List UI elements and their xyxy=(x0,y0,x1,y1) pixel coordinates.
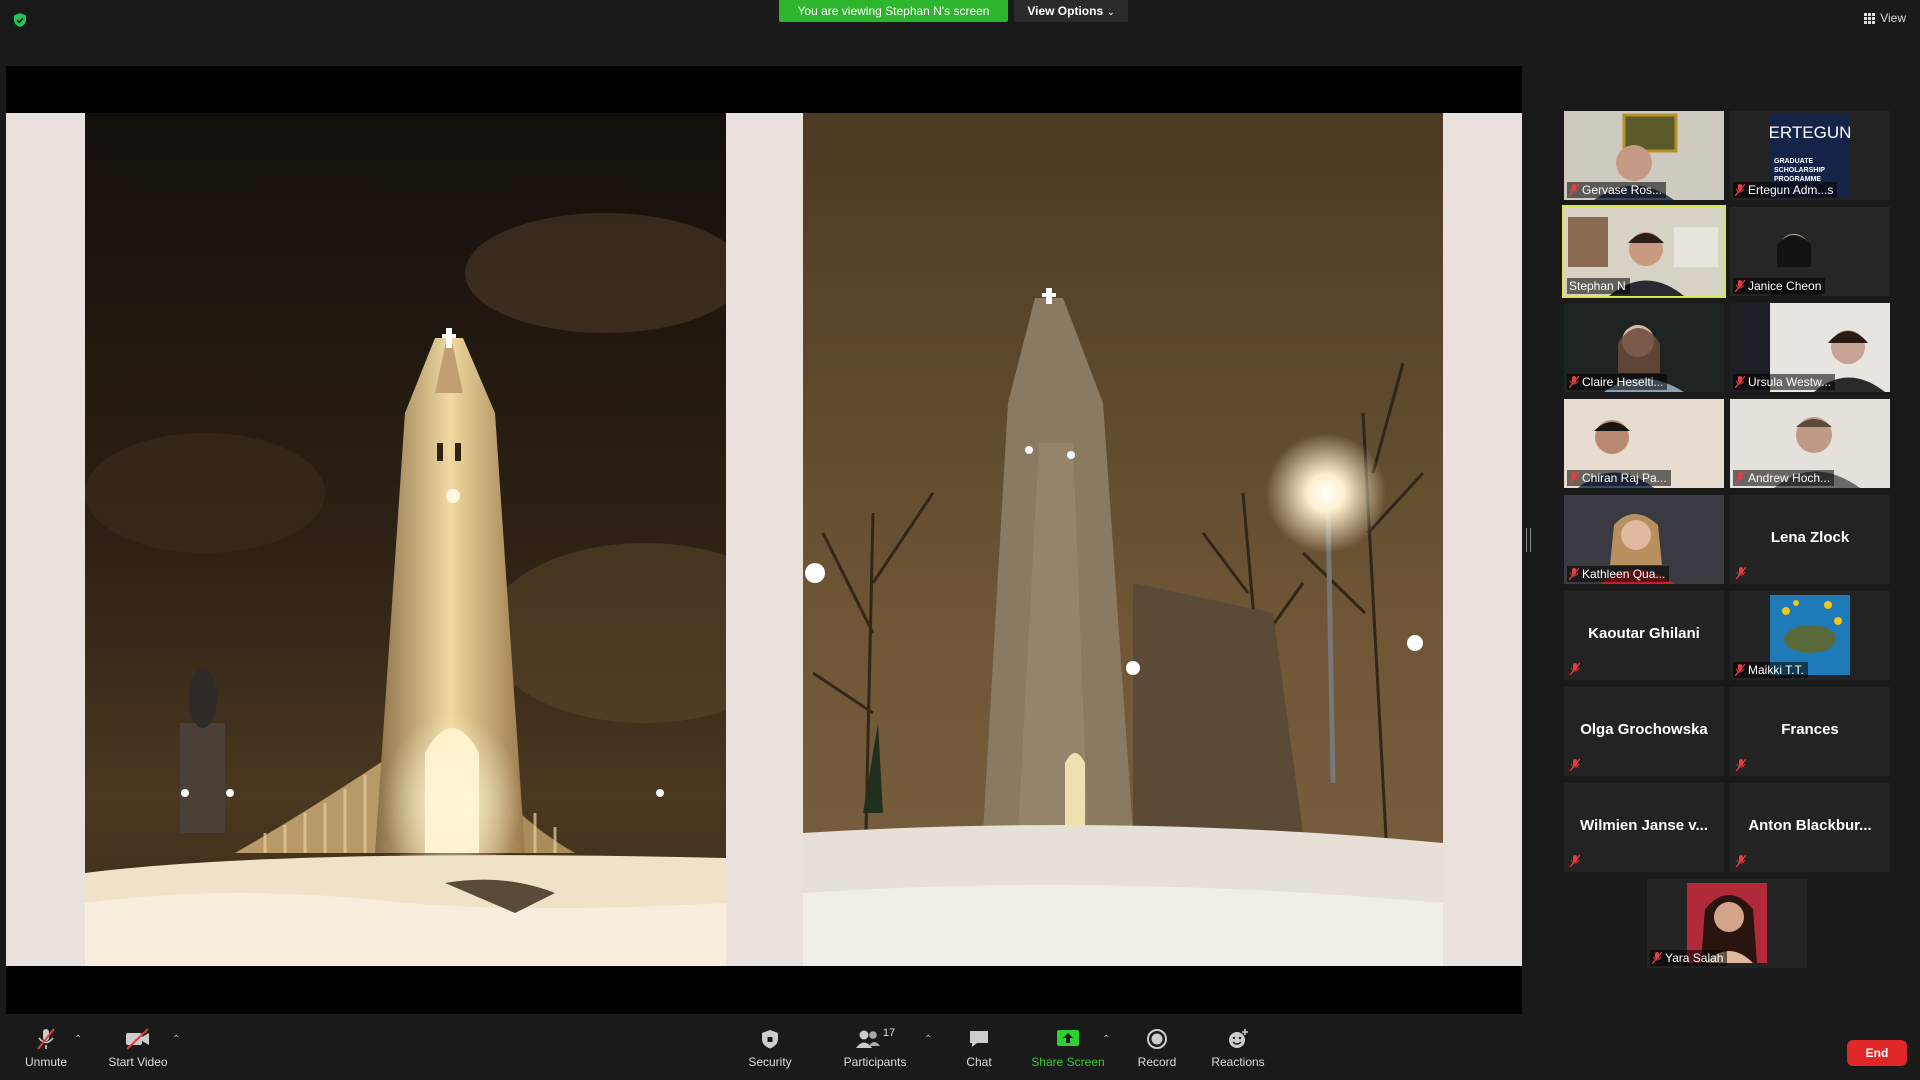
participant-display-name: Anton Blackbur... xyxy=(1748,817,1872,834)
mic-muted-icon xyxy=(1736,759,1746,771)
participant-display-name: Olga Grochowska xyxy=(1580,721,1708,738)
participant-tile[interactable]: Gervase Ros... xyxy=(1564,111,1724,200)
view-options-button[interactable]: View Options ⌄ xyxy=(1014,0,1128,22)
viewing-screen-banner: You are viewing Stephan N's screen xyxy=(779,0,1008,22)
reactions-icon xyxy=(1208,1026,1268,1052)
participant-tile[interactable]: ERTEGUN GRADUATE SCHOLARSHIP PROGRAMME E… xyxy=(1730,111,1890,200)
participant-name-label: Andrew Hoch... xyxy=(1733,470,1835,486)
panel-resize-handle[interactable] xyxy=(1526,528,1531,552)
participant-name-label: Janice Cheon xyxy=(1733,278,1826,294)
view-layout-button[interactable]: View xyxy=(1864,11,1906,25)
participant-tile-no-video[interactable]: Lena Zlock xyxy=(1730,495,1890,584)
reactions-button[interactable]: Reactions xyxy=(1208,1026,1268,1069)
record-icon xyxy=(1132,1026,1182,1052)
participant-display-name: Wilmien Janse v... xyxy=(1580,817,1708,834)
participant-name-label: Gervase Ros... xyxy=(1567,182,1667,198)
participant-name-label: Yara Salah xyxy=(1650,950,1728,966)
security-label: Security xyxy=(748,1055,792,1069)
ertegun-logo-title: ERTEGUN xyxy=(1769,123,1852,142)
meeting-toolbar: Unmute ⌃ Start Video ⌃ Security 17 Parti… xyxy=(0,1018,1920,1080)
mic-muted-icon xyxy=(18,1026,74,1052)
participant-tile[interactable]: Chiran Raj Pa... xyxy=(1564,399,1724,488)
chat-icon xyxy=(954,1026,1004,1052)
participant-tile-no-video[interactable]: Olga Grochowska xyxy=(1564,687,1724,776)
start-video-label: Start Video xyxy=(108,1055,168,1069)
record-button[interactable]: Record xyxy=(1132,1026,1182,1069)
unmute-label: Unmute xyxy=(24,1055,68,1069)
share-screen-label: Share Screen xyxy=(1031,1055,1105,1069)
view-options-label: View Options xyxy=(1027,4,1104,18)
security-button[interactable]: Security xyxy=(740,1026,800,1069)
participants-options-chevron-icon[interactable]: ⌃ xyxy=(924,1034,932,1045)
participant-tile-no-video[interactable]: Kaoutar Ghilani xyxy=(1564,591,1724,680)
share-screen-button[interactable]: Share Screen xyxy=(1030,1026,1106,1069)
mic-muted-icon xyxy=(1735,184,1745,196)
participant-tile[interactable]: Andrew Hoch... xyxy=(1730,399,1890,488)
participant-display-name: Kaoutar Ghilani xyxy=(1588,625,1700,642)
mic-muted-icon xyxy=(1569,184,1579,196)
chat-label: Chat xyxy=(966,1055,992,1069)
mic-muted-icon xyxy=(1735,376,1745,388)
participant-tile[interactable]: Claire Heselti... xyxy=(1564,303,1724,392)
end-meeting-button[interactable]: End xyxy=(1847,1040,1907,1066)
chat-button[interactable]: Chat xyxy=(954,1026,1004,1069)
participants-icon: 17 xyxy=(838,1026,912,1052)
participant-name-label: Maikki T.T. xyxy=(1733,662,1808,678)
mic-muted-icon xyxy=(1735,472,1745,484)
audio-options-chevron-icon[interactable]: ⌃ xyxy=(74,1034,82,1045)
chevron-down-icon: ⌄ xyxy=(1107,7,1115,17)
participant-tile[interactable]: Janice Cheon xyxy=(1730,207,1890,296)
participant-name-label: Claire Heselti... xyxy=(1567,374,1668,390)
encryption-shield-icon[interactable] xyxy=(12,12,28,28)
participant-tile-no-video[interactable]: Frances xyxy=(1730,687,1890,776)
mic-muted-icon xyxy=(1569,568,1579,580)
shared-screen[interactable] xyxy=(6,66,1522,1014)
security-shield-icon xyxy=(740,1026,800,1052)
mic-muted-icon xyxy=(1735,280,1745,292)
mic-muted-icon xyxy=(1736,855,1746,867)
mic-muted-icon xyxy=(1735,664,1745,676)
share-options-chevron-icon[interactable]: ⌃ xyxy=(1102,1034,1110,1045)
participant-name-label: Ertegun Adm...s xyxy=(1733,182,1838,198)
video-options-chevron-icon[interactable]: ⌃ xyxy=(172,1034,180,1045)
participant-name-label: Kathleen Qua... xyxy=(1567,566,1670,582)
participant-tile-no-video[interactable]: Anton Blackbur... xyxy=(1730,783,1890,872)
participants-label: Participants xyxy=(843,1055,907,1069)
ertegun-logo-line1: GRADUATE xyxy=(1774,158,1813,165)
start-video-button[interactable]: Start Video xyxy=(104,1026,172,1069)
church-snow-photo-right xyxy=(803,113,1443,966)
mic-muted-icon xyxy=(1569,376,1579,388)
ertegun-logo-line2: SCHOLARSHIP xyxy=(1774,167,1825,174)
view-layout-label: View xyxy=(1880,11,1906,25)
participant-name-label: Ursula Westw... xyxy=(1733,374,1836,390)
mic-muted-icon xyxy=(1652,952,1662,964)
mic-muted-icon xyxy=(1570,855,1580,867)
participant-tile[interactable]: Ursula Westw... xyxy=(1730,303,1890,392)
participant-name-label: Chiran Raj Pa... xyxy=(1567,470,1671,486)
participant-display-name: Lena Zlock xyxy=(1770,529,1850,546)
participant-name-label: Stephan N xyxy=(1567,278,1630,294)
participant-tile-active-speaker[interactable]: Stephan N xyxy=(1562,205,1726,298)
mic-muted-icon xyxy=(1570,759,1580,771)
church-night-photo-left xyxy=(85,113,726,966)
mic-muted-icon xyxy=(1736,567,1746,579)
participants-count: 17 xyxy=(882,1027,896,1039)
reactions-label: Reactions xyxy=(1211,1055,1265,1069)
mic-muted-icon xyxy=(1570,663,1580,675)
participant-display-name: Frances xyxy=(1781,721,1839,738)
unmute-button[interactable]: Unmute xyxy=(18,1026,74,1069)
participant-tile[interactable]: Maikki T.T. xyxy=(1730,591,1890,680)
presentation-slide xyxy=(6,113,1522,966)
video-off-icon xyxy=(104,1026,172,1052)
share-screen-icon xyxy=(1030,1026,1106,1052)
mic-muted-icon xyxy=(1569,472,1579,484)
record-label: Record xyxy=(1137,1055,1177,1069)
participants-button[interactable]: 17 Participants xyxy=(838,1026,912,1069)
grid-icon xyxy=(1864,12,1876,24)
participant-tile[interactable]: Yara Salah xyxy=(1647,879,1807,968)
participant-tile-no-video[interactable]: Wilmien Janse v... xyxy=(1564,783,1724,872)
participant-tile[interactable]: Kathleen Qua... xyxy=(1564,495,1724,584)
